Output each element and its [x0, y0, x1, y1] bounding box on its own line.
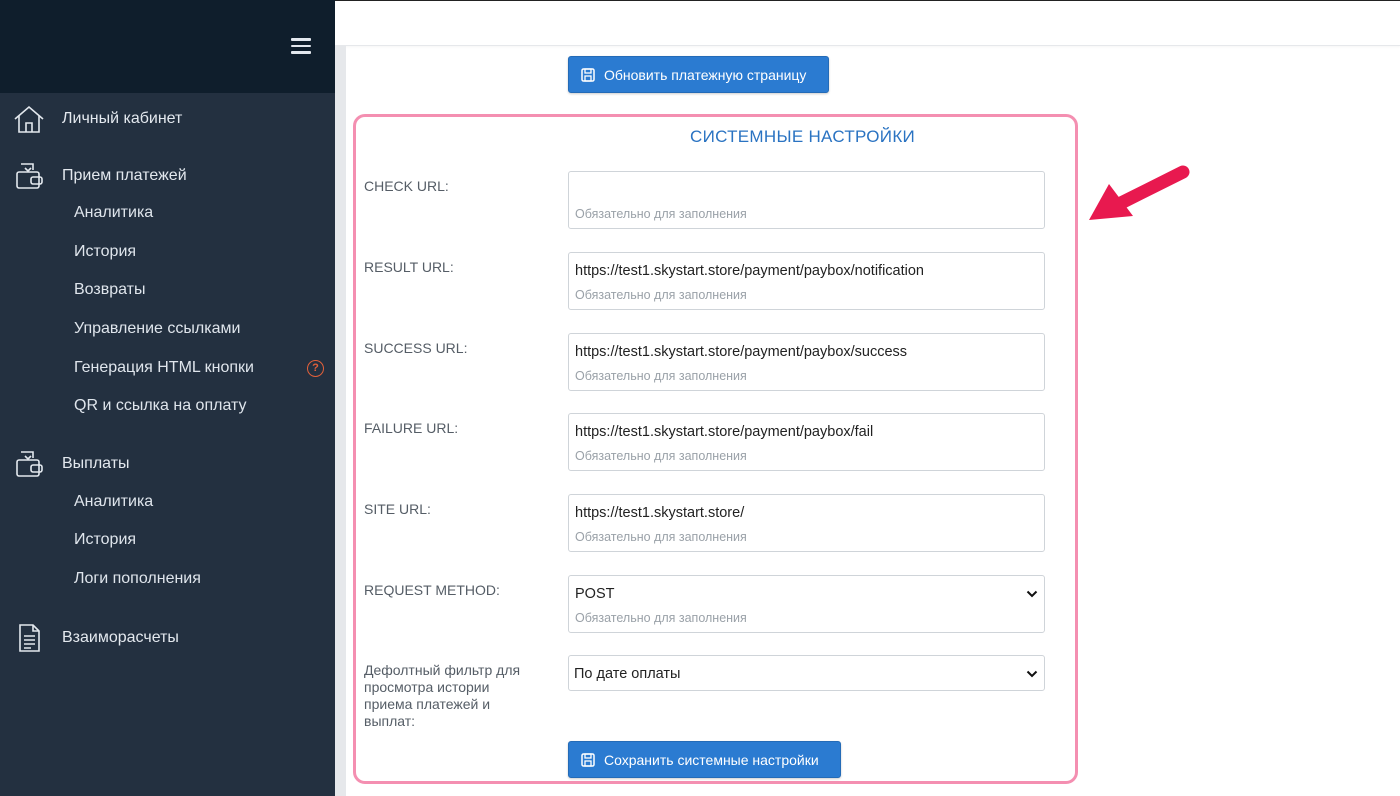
chevron-down-icon	[1026, 670, 1038, 678]
check-url-input[interactable]: Обязательно для заполнения	[568, 171, 1045, 229]
default-filter-label: Дефолтный фильтр для просмотра истории п…	[364, 662, 521, 729]
input-hint: Обязательно для заполнения	[575, 207, 747, 221]
request-method-select[interactable]: POST Обязательно для заполнения	[568, 575, 1045, 633]
sidebar-subitem-analytics[interactable]: Аналитика	[74, 201, 153, 225]
sidebar-item-payments[interactable]: Прием платежей	[0, 158, 335, 194]
input-value: https://test1.skystart.store/	[575, 505, 745, 521]
input-value: https://test1.skystart.store/payment/pay…	[575, 424, 874, 440]
sidebar-subitem-qr[interactable]: QR и ссылка на оплату	[74, 394, 247, 418]
default-filter-select[interactable]: По дате оплаты	[568, 655, 1045, 691]
sidebar-subitem-refunds[interactable]: Возвраты	[74, 278, 146, 302]
sidebar-item-settlements[interactable]: Взаиморасчеты	[0, 620, 335, 656]
failure-url-label: FAILURE URL:	[364, 420, 459, 436]
result-url-label: RESULT URL:	[364, 259, 454, 275]
save-icon	[581, 67, 595, 82]
sidebar-subitem-html-button[interactable]: Генерация HTML кнопки	[74, 356, 254, 380]
success-url-input[interactable]: https://test1.skystart.store/payment/pay…	[568, 333, 1045, 391]
save-icon	[581, 752, 595, 767]
annotation-arrow-icon	[1089, 165, 1190, 220]
input-hint: Обязательно для заполнения	[575, 530, 747, 544]
sidebar-subitem-topup-logs[interactable]: Логи пополнения	[74, 567, 201, 591]
sidebar: Личный кабинет Прием платежей Аналитика …	[0, 0, 335, 796]
input-hint: Обязательно для заполнения	[575, 369, 747, 383]
menu-toggle-icon[interactable]	[291, 38, 311, 54]
sidebar-item-cabinet[interactable]: Личный кабинет	[0, 101, 335, 137]
home-icon	[14, 105, 44, 133]
save-system-settings-button[interactable]: Сохранить системные настройки	[568, 741, 841, 778]
request-method-label: REQUEST METHOD:	[364, 582, 500, 598]
input-hint: Обязательно для заполнения	[575, 288, 747, 302]
wallet-icon	[16, 163, 43, 189]
input-value: https://test1.skystart.store/payment/pay…	[575, 263, 924, 279]
select-value: POST	[575, 586, 615, 602]
top-bar	[335, 0, 1400, 46]
input-value: https://test1.skystart.store/payment/pay…	[575, 344, 908, 360]
result-url-input[interactable]: https://test1.skystart.store/payment/pay…	[568, 252, 1045, 310]
site-url-input[interactable]: https://test1.skystart.store/ Обязательн…	[568, 494, 1045, 552]
sidebar-item-payouts[interactable]: Выплаты	[0, 446, 335, 482]
wallet-icon	[16, 451, 43, 477]
sidebar-item-label: Прием платежей	[62, 167, 187, 184]
input-hint: Обязательно для заполнения	[575, 449, 747, 463]
button-label: Сохранить системные настройки	[604, 751, 819, 768]
success-url-label: SUCCESS URL:	[364, 340, 468, 356]
sidebar-header	[0, 0, 335, 93]
check-url-label: CHECK URL:	[364, 178, 449, 194]
update-payment-page-button[interactable]: Обновить платежную страницу	[568, 56, 829, 93]
sidebar-subitem-history[interactable]: История	[74, 240, 136, 264]
chevron-down-icon	[1026, 590, 1038, 598]
sidebar-subitem-links[interactable]: Управление ссылками	[74, 317, 240, 341]
sidebar-item-label: Выплаты	[62, 455, 130, 472]
sidebar-item-label: Личный кабинет	[62, 110, 183, 127]
button-label: Обновить платежную страницу	[604, 66, 807, 83]
content-divider	[335, 46, 346, 796]
site-url-label: SITE URL:	[364, 501, 431, 517]
sidebar-subitem-payout-history[interactable]: История	[74, 528, 136, 552]
sidebar-item-label: Взаиморасчеты	[62, 629, 179, 646]
help-icon[interactable]: ?	[307, 360, 324, 377]
document-icon	[19, 624, 40, 652]
failure-url-input[interactable]: https://test1.skystart.store/payment/pay…	[568, 413, 1045, 471]
app-root: Личный кабинет Прием платежей Аналитика …	[0, 0, 1400, 796]
panel-title: СИСТЕМНЫЕ НАСТРОЙКИ	[690, 127, 916, 146]
select-value: По дате оплаты	[574, 666, 681, 682]
input-hint: Обязательно для заполнения	[575, 611, 747, 625]
sidebar-subitem-payout-analytics[interactable]: Аналитика	[74, 490, 153, 514]
